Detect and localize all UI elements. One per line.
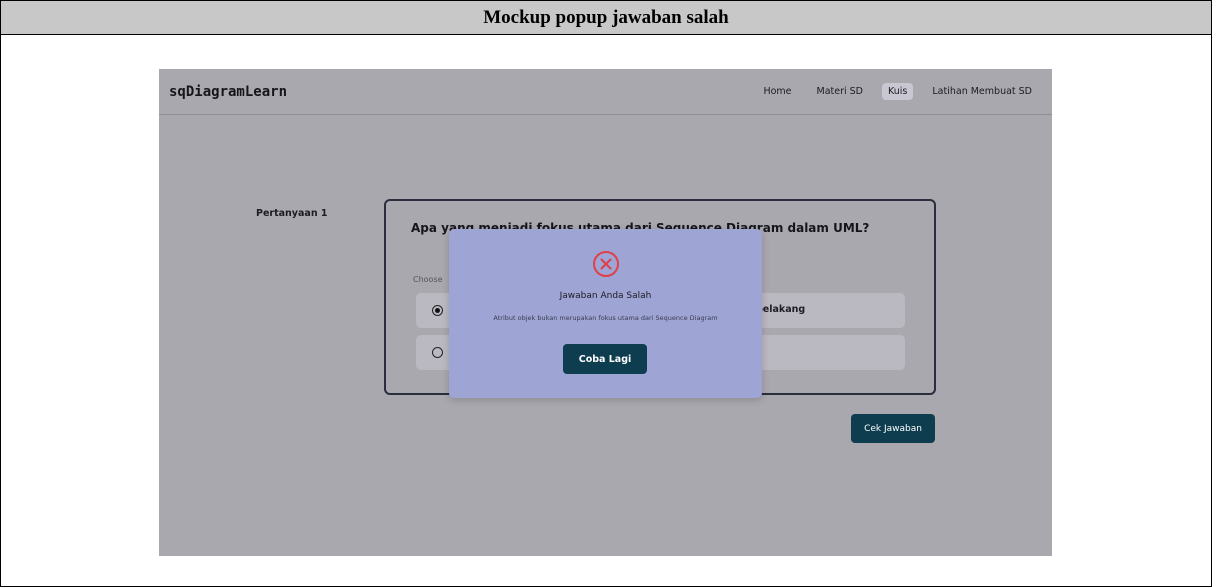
popup-title: Jawaban Anda Salah — [559, 291, 652, 301]
nav-links: Home Materi SD Kuis Latihan Membuat SD — [744, 83, 1038, 100]
brand-logo[interactable]: sqDiagramLearn — [169, 84, 287, 100]
retry-button[interactable]: Coba Lagi — [563, 344, 647, 374]
app-screenshot: sqDiagramLearn Home Materi SD Kuis Latih… — [159, 69, 1052, 556]
wrong-answer-popup: Jawaban Anda Salah Atribut objek bukan m… — [449, 229, 762, 398]
question-number-label: Pertanyaan 1 — [256, 208, 328, 219]
nav-kuis[interactable]: Kuis — [882, 83, 914, 100]
check-answer-button[interactable]: Cek Jawaban — [851, 414, 935, 443]
top-navbar: sqDiagramLearn Home Materi SD Kuis Latih… — [159, 69, 1052, 115]
nav-latihan-membuat-sd[interactable]: Latihan Membuat SD — [926, 83, 1038, 100]
nav-materi-sd[interactable]: Materi SD — [811, 83, 870, 100]
popup-message: Atribut objek bukan merupakan fokus utam… — [493, 314, 718, 322]
nav-home[interactable]: Home — [757, 83, 797, 100]
choose-label: Choose — [413, 275, 443, 284]
radio-selected-icon[interactable] — [432, 305, 443, 316]
radio-unselected-icon[interactable] — [432, 347, 443, 358]
error-circle-x-icon — [593, 251, 619, 277]
answer-option-1-text: belakang — [756, 304, 806, 315]
